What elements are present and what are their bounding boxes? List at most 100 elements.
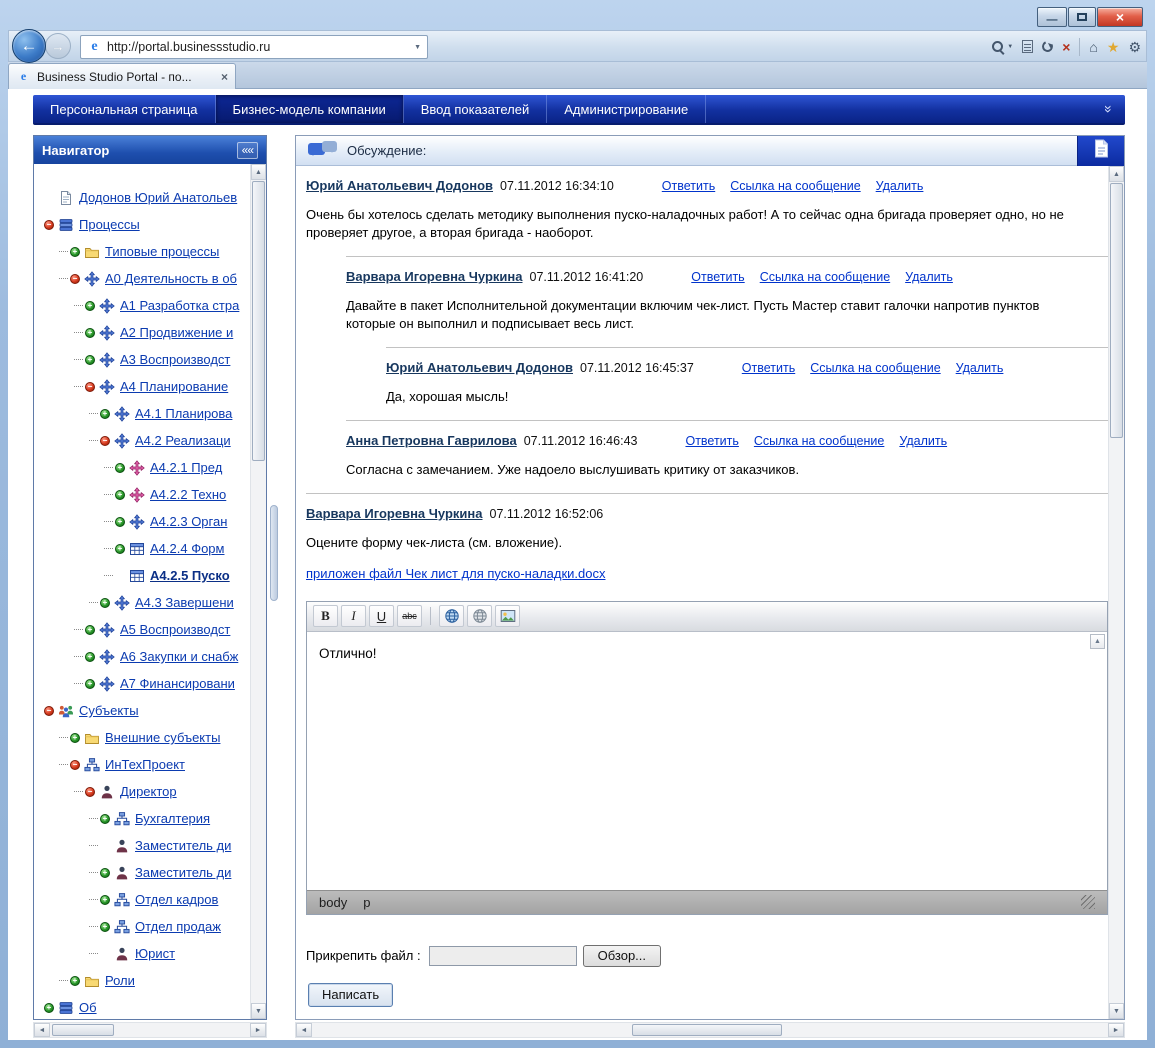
collapse-bullet-icon[interactable]: − (85, 787, 95, 797)
tree-item-label[interactable]: A3 Воспроизводст (120, 352, 230, 367)
expand-bullet-icon[interactable]: + (85, 625, 95, 635)
italic-button[interactable]: I (341, 605, 366, 627)
tree-item[interactable]: + A3 Воспроизводст (34, 346, 250, 373)
tree-item-label[interactable]: A4.3 Завершени (135, 595, 234, 610)
home-button[interactable]: ⌂ (1089, 40, 1097, 54)
menu-tab[interactable]: Бизнес-модель компании (216, 95, 404, 123)
maximize-button[interactable] (1068, 7, 1096, 27)
expand-bullet-icon[interactable]: + (85, 328, 95, 338)
discussion-vscrollbar[interactable]: ▲ ▼ (1108, 166, 1124, 1019)
tree-item[interactable]: −A4 Планирование (34, 373, 250, 400)
expand-bullet-icon[interactable]: + (44, 1003, 54, 1013)
unlink-button[interactable] (467, 605, 492, 627)
scroll-right-button[interactable]: ► (250, 1023, 266, 1037)
collapse-bullet-icon[interactable]: − (100, 436, 110, 446)
scroll-thumb[interactable] (632, 1024, 782, 1036)
reply-link[interactable]: Ответить (742, 361, 795, 375)
scroll-left-button[interactable]: ◄ (296, 1023, 312, 1037)
tree-item[interactable]: A4.2.5 Пуско (34, 562, 250, 589)
delete-link[interactable]: Удалить (905, 270, 953, 284)
tree-item-label[interactable]: Заместитель ди (135, 865, 231, 880)
tree-item-label[interactable]: ИнТехПроект (105, 757, 185, 772)
tree-item-label[interactable]: A6 Закупки и снабж (120, 649, 238, 664)
browse-button[interactable]: Обзор... (583, 945, 661, 967)
tree-item[interactable]: + A1 Разработка стра (34, 292, 250, 319)
tree-item-label[interactable]: Заместитель ди (135, 838, 231, 853)
message-author[interactable]: Анна Петровна Гаврилова (346, 433, 517, 448)
collapse-bullet-icon[interactable]: − (44, 220, 54, 230)
image-button[interactable] (495, 605, 520, 627)
tree-item-label[interactable]: A4.2.5 Пуско (150, 568, 230, 583)
tree-item-label[interactable]: A2 Продвижение и (120, 325, 233, 340)
collapse-bullet-icon[interactable]: − (70, 274, 80, 284)
menu-tab[interactable]: Ввод показателей (404, 95, 548, 123)
scroll-down-button[interactable]: ▼ (1109, 1003, 1124, 1019)
expand-bullet-icon[interactable]: + (115, 463, 125, 473)
expand-bullet-icon[interactable]: + (115, 544, 125, 554)
tab-close-button[interactable]: × (221, 70, 228, 84)
tree-item-label[interactable]: A4.2.4 Форм (150, 541, 224, 556)
strikethrough-button[interactable]: abc (397, 605, 422, 627)
tree-item-label[interactable]: Отдел продаж (135, 919, 221, 934)
tree-item-label[interactable]: Субъекты (79, 703, 139, 718)
tree-item[interactable]: +Отдел кадров (34, 886, 250, 913)
expand-bullet-icon[interactable]: + (85, 679, 95, 689)
refresh-button[interactable] (1042, 41, 1053, 52)
tree-item[interactable]: Заместитель ди (34, 832, 250, 859)
url-text[interactable]: http://portal.businessstudio.ru (107, 40, 409, 54)
file-input[interactable] (429, 946, 577, 966)
scroll-thumb[interactable] (252, 181, 265, 461)
tree-item[interactable]: + Отдел продаж (34, 913, 250, 940)
tree-item[interactable]: − Процессы (34, 211, 250, 238)
tree-item[interactable]: −A4.2 Реализаци (34, 427, 250, 454)
tree-item[interactable]: − ИнТехПроект (34, 751, 250, 778)
expand-bullet-icon[interactable]: + (100, 868, 110, 878)
tree-item[interactable]: +A7 Финансировани (34, 670, 250, 697)
tree-item[interactable]: +Роли (34, 967, 250, 994)
bold-button[interactable]: B (313, 605, 338, 627)
tree-item[interactable]: −A0 Деятельность в об (34, 265, 250, 292)
expand-bullet-icon[interactable]: + (70, 733, 80, 743)
expand-bullet-icon[interactable]: + (85, 355, 95, 365)
favorites-button[interactable]: ★ (1107, 40, 1120, 54)
expand-bullet-icon[interactable]: + (100, 922, 110, 932)
message-author[interactable]: Юрий Анатольевич Додонов (306, 178, 493, 193)
expand-bullet-icon[interactable]: + (85, 301, 95, 311)
tree-item[interactable]: + A2 Продвижение и (34, 319, 250, 346)
tree-item[interactable]: +A4.1 Планирова (34, 400, 250, 427)
tree-item-label[interactable]: Юрист (135, 946, 175, 961)
message-author[interactable]: Юрий Анатольевич Додонов (386, 360, 573, 375)
compatibility-button[interactable] (1022, 40, 1033, 53)
delete-link[interactable]: Удалить (876, 179, 924, 193)
minimize-button[interactable]: — (1037, 7, 1067, 27)
tree-item[interactable]: +Внешние субъекты (34, 724, 250, 751)
browser-tab[interactable]: e Business Studio Portal - по... × (8, 63, 236, 89)
tree-item-label[interactable]: A1 Разработка стра (120, 298, 239, 313)
tree-item[interactable]: −Директор (34, 778, 250, 805)
splitter-handle[interactable] (270, 505, 278, 601)
collapse-bullet-icon[interactable]: − (70, 760, 80, 770)
collapse-bullet-icon[interactable]: − (44, 706, 54, 716)
tools-button[interactable]: ⚙ (1128, 40, 1141, 54)
scroll-right-button[interactable]: ► (1108, 1023, 1124, 1037)
message-permalink[interactable]: Ссылка на сообщение (810, 361, 940, 375)
tree-item-label[interactable]: A4.2.2 Техно (150, 487, 226, 502)
tree-item-label[interactable]: A4 Планирование (120, 379, 228, 394)
scroll-up-button[interactable]: ▲ (1109, 166, 1124, 182)
scroll-left-button[interactable]: ◄ (34, 1023, 50, 1037)
scroll-up-button[interactable]: ▲ (251, 164, 266, 180)
message-permalink[interactable]: Ссылка на сообщение (754, 434, 884, 448)
resize-grip-icon[interactable] (1081, 895, 1095, 909)
editor-content-area[interactable]: Отлично! ▲ (307, 632, 1107, 890)
tree-item[interactable]: +Об (34, 994, 250, 1019)
expand-bullet-icon[interactable]: + (115, 490, 125, 500)
scroll-thumb[interactable] (1110, 183, 1123, 438)
tree-item-label[interactable]: Бухгалтерия (135, 811, 210, 826)
discussion-hscrollbar[interactable]: ◄ ► (295, 1022, 1125, 1038)
tree-item-label[interactable]: A4.1 Планирова (135, 406, 232, 421)
tree-item-label[interactable]: A4.2.3 Орган (150, 514, 227, 529)
tree-item-label[interactable]: Процессы (79, 217, 140, 232)
expand-bullet-icon[interactable]: + (70, 976, 80, 986)
expand-bullet-icon[interactable]: + (100, 598, 110, 608)
message-author[interactable]: Варвара Игоревна Чуркина (306, 506, 483, 521)
